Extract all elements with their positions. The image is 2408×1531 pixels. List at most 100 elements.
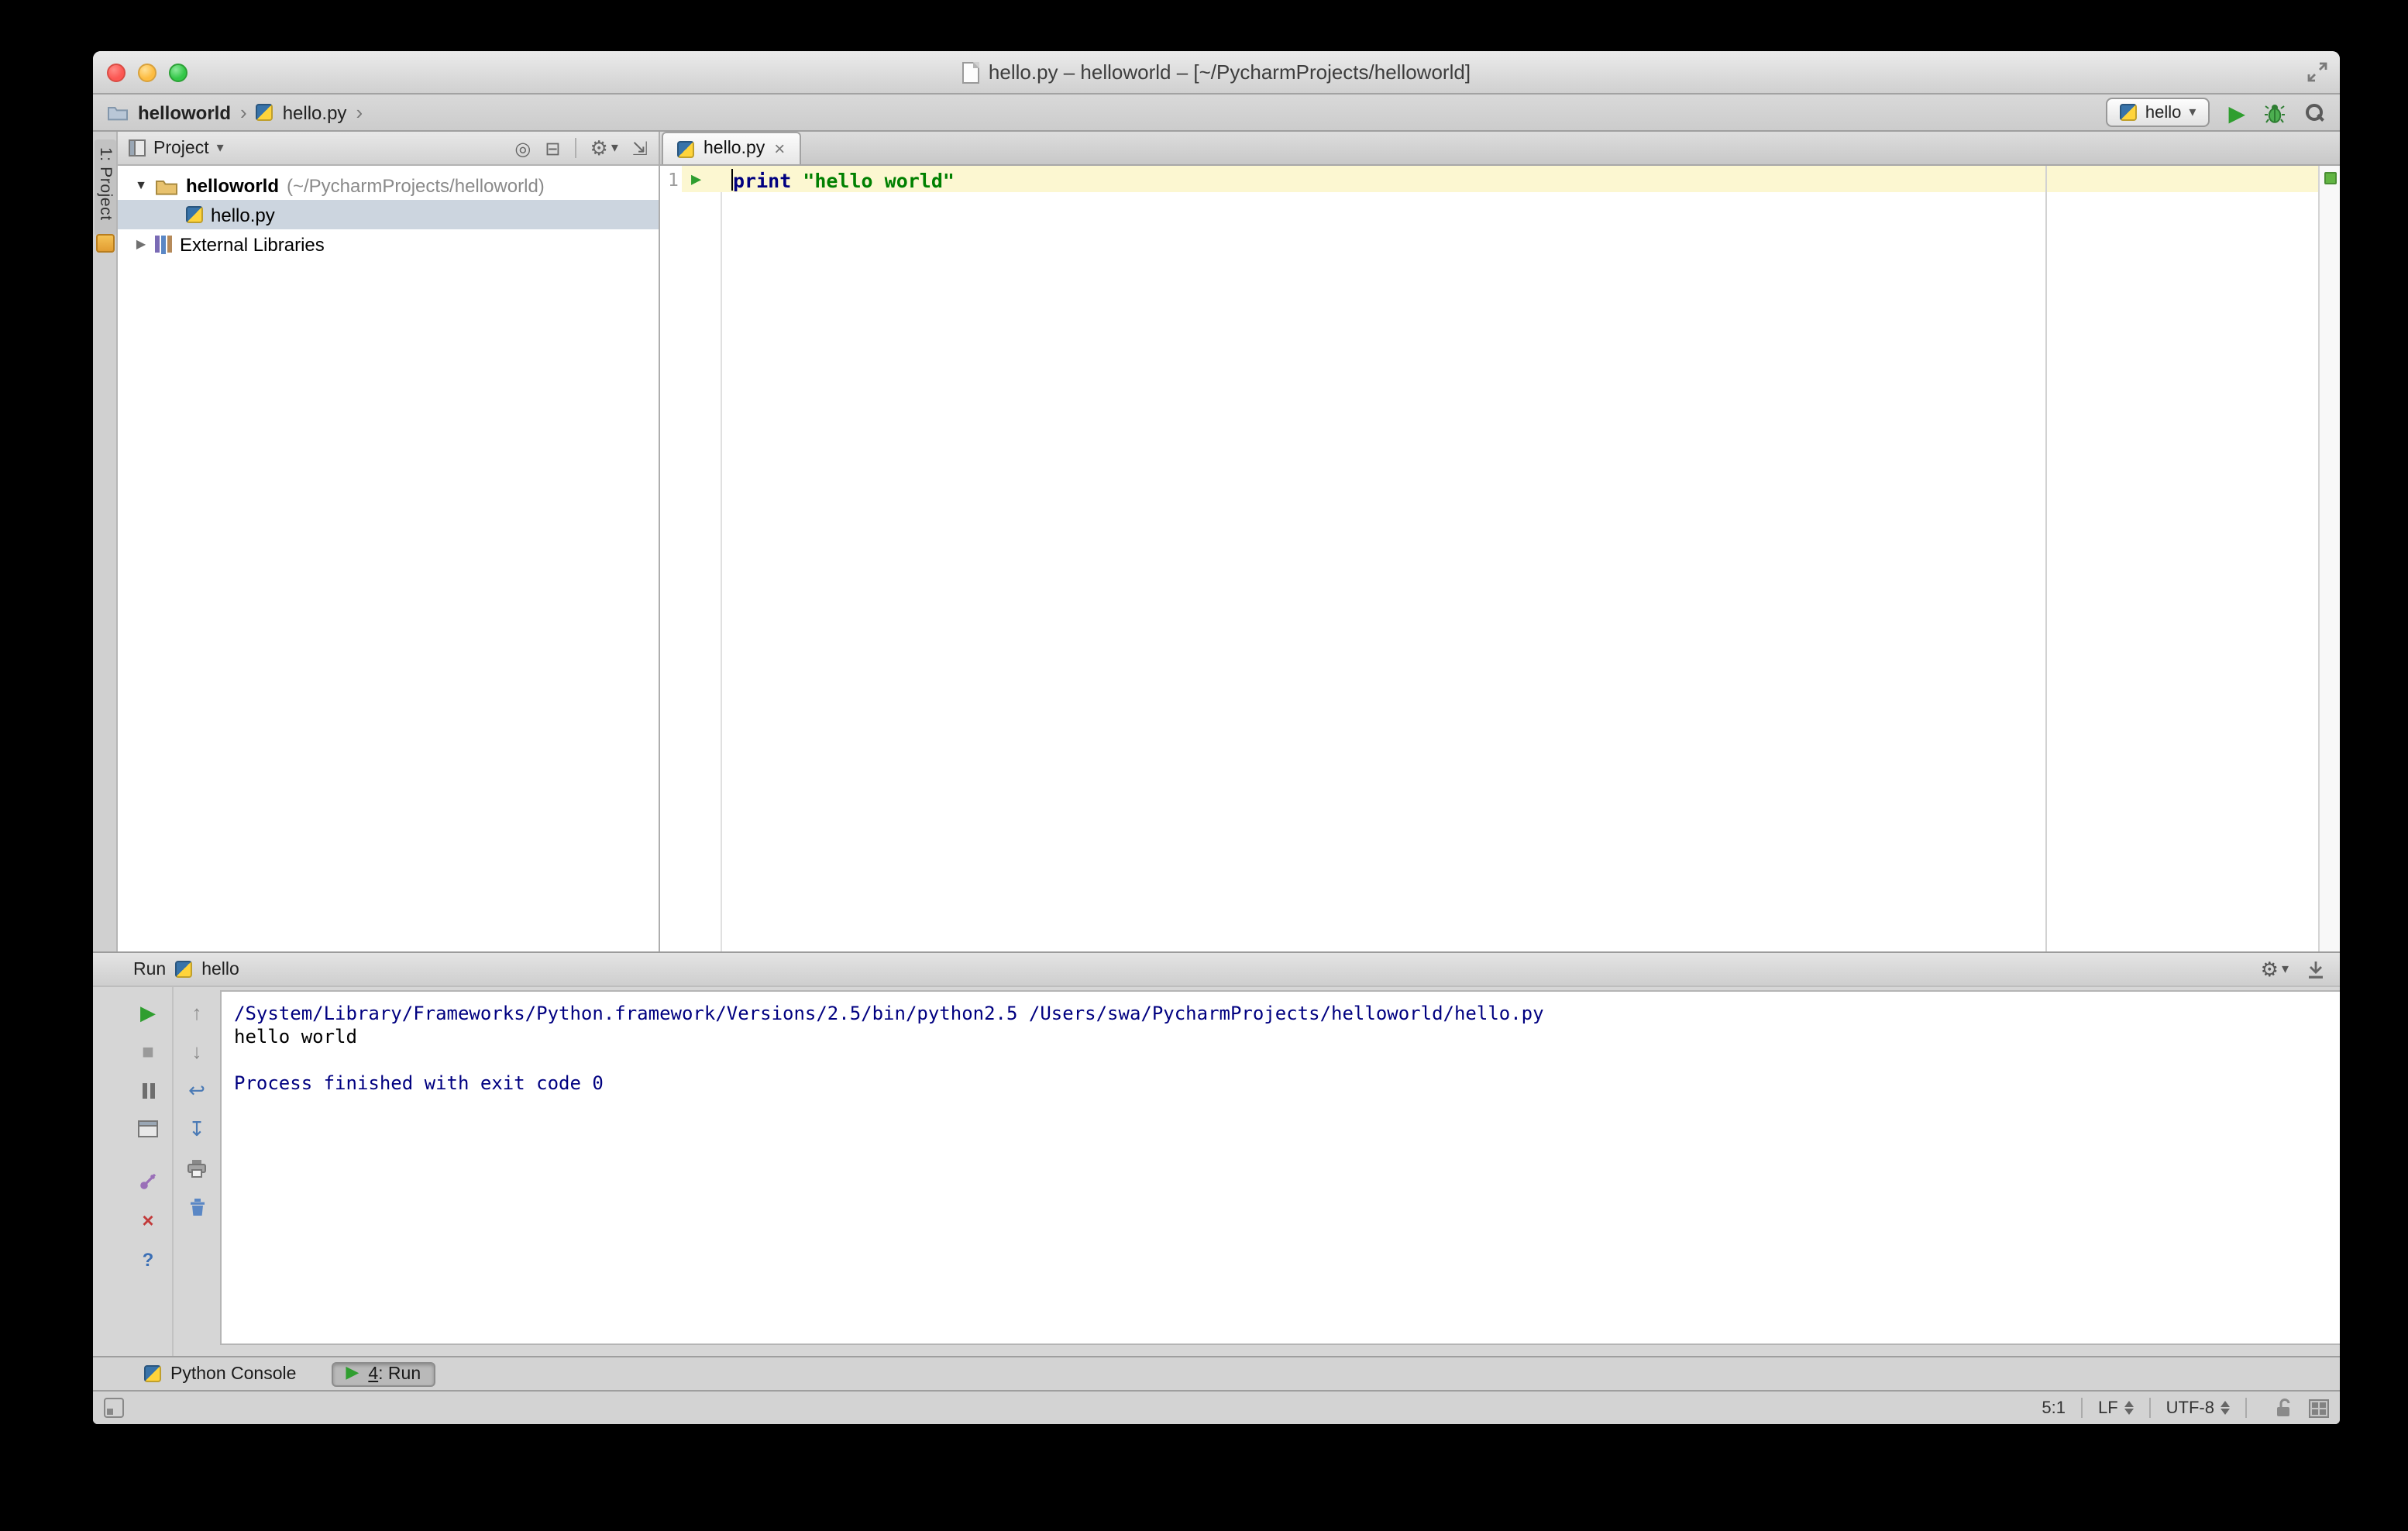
spinner-arrows-icon (2221, 1401, 2230, 1415)
minimize-window-button[interactable] (138, 63, 157, 81)
close-window-button[interactable] (107, 63, 126, 81)
project-tree: ▼ helloworld (~/PycharmProjects/hellowor… (118, 166, 659, 259)
debug-button[interactable] (2264, 101, 2286, 123)
toolbar-separator (574, 138, 576, 158)
caret-position-widget[interactable]: 5:1 (2038, 1399, 2069, 1417)
prev-trace-button[interactable]: ↑ (183, 1001, 211, 1024)
settings-gear-icon[interactable]: ⚙ ▾ (590, 136, 618, 160)
run-configuration-selector[interactable]: hello ▾ (2106, 98, 2210, 127)
project-root-path: (~/PycharmProjects/helloworld) (287, 174, 545, 196)
next-trace-button[interactable]: ↓ (183, 1040, 211, 1063)
tree-row-project-root[interactable]: ▼ helloworld (~/PycharmProjects/hellowor… (118, 170, 659, 200)
locate-icon[interactable]: ◎ (514, 137, 531, 159)
window-title: hello.py – helloworld – [~/PycharmProjec… (988, 60, 1471, 84)
zoom-window-button[interactable] (169, 63, 187, 81)
titlebar[interactable]: hello.py – helloworld – [~/PycharmProjec… (93, 51, 2340, 95)
chevron-down-icon: ▾ (2189, 104, 2196, 119)
python-console-icon (144, 1365, 161, 1382)
document-icon (961, 61, 979, 83)
line-separator-widget[interactable]: LF (2095, 1399, 2137, 1417)
tree-collapsed-icon[interactable]: ▶ (132, 237, 150, 251)
editor[interactable]: 1 ▶ print "hello world" (660, 166, 2340, 951)
code-string: "hello world" (803, 168, 955, 191)
main-area: 1: Project Project ▾ ◎ ⊟ ⚙ ▾ ⇲ ▼ hellowo… (93, 132, 2340, 951)
project-folder-icon (155, 176, 178, 194)
hide-toolwindow-icon[interactable] (2307, 960, 2324, 979)
toolwindow-toggle-icon[interactable] (104, 1398, 124, 1418)
editor-tab-title: hello.py (703, 139, 765, 158)
editor-tab-bar: hello.py × (660, 132, 2340, 166)
fullscreen-icon[interactable] (2307, 62, 2327, 82)
collapse-all-icon[interactable]: ⊟ (545, 137, 560, 159)
inspection-status-indicator[interactable] (2324, 172, 2337, 184)
project-toolwindow-button[interactable]: 1: Project (95, 139, 116, 236)
right-margin-guide (2045, 166, 2047, 951)
breadcrumb-project[interactable]: helloworld (138, 101, 231, 123)
run-line-marker-icon[interactable]: ▶ (691, 169, 701, 189)
run-panel-body: ▶ ■ × ? ↑ ↓ ↩ ↧ /System/Library/Framewor… (93, 987, 2340, 1356)
run-panel-label: Run (133, 960, 167, 979)
python-console-button[interactable]: Python Console (130, 1361, 310, 1386)
chevron-down-icon[interactable]: ▾ (217, 139, 224, 157)
pause-output-button[interactable] (134, 1079, 162, 1102)
python-file-icon (186, 206, 203, 223)
code-line[interactable]: print "hello world" (731, 167, 955, 192)
project-toolwindow-label: 1: Project (96, 147, 115, 221)
project-panel-header: Project ▾ ◎ ⊟ ⚙ ▾ ⇲ (118, 132, 659, 166)
run-config-python-icon (2120, 104, 2138, 121)
tool-stripe-icon[interactable] (96, 234, 115, 253)
code-keyword: print (733, 168, 792, 191)
traffic-lights (107, 63, 187, 81)
rerun-button[interactable]: ▶ (134, 1001, 162, 1024)
run-button[interactable]: ▶ (2228, 101, 2245, 123)
stop-button[interactable]: ■ (134, 1040, 162, 1063)
project-panel: Project ▾ ◎ ⊟ ⚙ ▾ ⇲ ▼ helloworld (~/Pych… (118, 132, 660, 951)
search-icon[interactable] (2304, 101, 2326, 123)
line-number: 1 (668, 169, 679, 191)
run-config-name: hello (2145, 103, 2182, 122)
tree-libraries-label: External Libraries (180, 233, 325, 255)
tree-row-external-libraries[interactable]: ▶ External Libraries (118, 229, 659, 259)
libraries-icon (155, 235, 172, 253)
hide-panel-icon[interactable]: ⇲ (632, 137, 648, 159)
lock-icon[interactable] (2275, 1398, 2293, 1418)
scroll-to-end-button[interactable]: ↧ (183, 1117, 211, 1141)
project-root-name: helloworld (186, 174, 279, 196)
close-toolwindow-button[interactable]: × (134, 1209, 162, 1232)
tree-expanded-icon[interactable]: ▼ (132, 178, 150, 192)
tree-row-hello-py[interactable]: hello.py (118, 200, 659, 229)
soft-wrap-button[interactable]: ↩ (183, 1079, 211, 1102)
editor-tab-hello-py[interactable]: hello.py × (662, 132, 801, 164)
attach-debugger-icon[interactable] (134, 1170, 162, 1193)
toolwindow-bar: Python Console ▶ 4: Run (93, 1356, 2340, 1390)
print-button[interactable] (183, 1156, 211, 1179)
python-file-icon (256, 104, 273, 121)
python-console-label: Python Console (170, 1364, 297, 1383)
run-console[interactable]: /System/Library/Frameworks/Python.framew… (220, 990, 2340, 1345)
breadcrumb-file[interactable]: hello.py (283, 101, 347, 123)
run-toolbar: ▶ ■ × ? (124, 987, 172, 1356)
run-toolwindow-button[interactable]: ▶ 4: Run (332, 1361, 435, 1386)
console-exit-line: Process finished with exit code 0 (234, 1072, 604, 1094)
run-config-python-icon (175, 961, 193, 978)
encoding-widget[interactable]: UTF-8 (2163, 1399, 2233, 1417)
screen: hello.py – helloworld – [~/PycharmProjec… (0, 0, 2408, 1531)
error-stripe[interactable] (2318, 166, 2340, 951)
console-command-line: /System/Library/Frameworks/Python.framew… (234, 1003, 1544, 1024)
panel-icon (129, 139, 146, 157)
console-toolbar: ↑ ↓ ↩ ↧ (172, 987, 220, 1356)
highlighting-level-icon[interactable] (2309, 1399, 2329, 1417)
python-file-icon (677, 140, 694, 157)
folder-icon (107, 104, 129, 121)
pycharm-window: hello.py – helloworld – [~/PycharmProjec… (93, 51, 2340, 1424)
breadcrumb-separator-icon: › (240, 101, 247, 124)
clear-all-button[interactable] (183, 1195, 211, 1218)
help-button[interactable]: ? (134, 1247, 162, 1271)
editor-gutter[interactable] (660, 166, 722, 951)
run-settings-gear-icon[interactable]: ⚙ ▾ (2261, 957, 2289, 982)
project-view-selector[interactable]: Project (153, 139, 209, 157)
restore-layout-button[interactable] (134, 1117, 162, 1141)
tab-close-icon[interactable]: × (774, 139, 785, 158)
breadcrumb-separator-icon: › (356, 101, 363, 124)
